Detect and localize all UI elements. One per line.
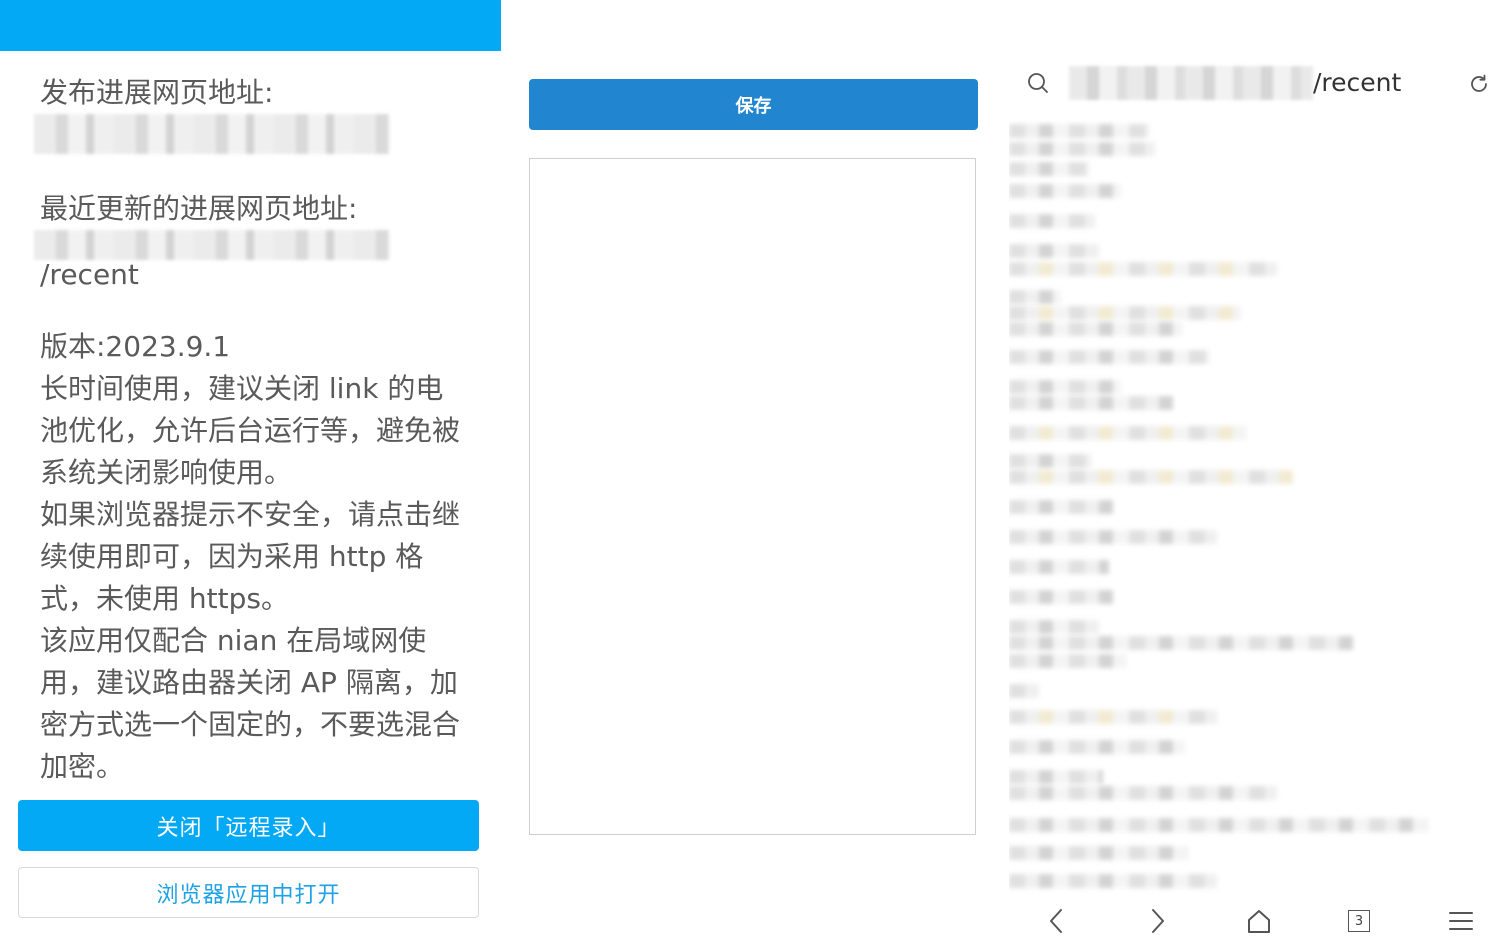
recent-url-label: 最近更新的进展网页地址: [40,192,358,225]
address-redacted [1069,66,1313,100]
chevron-left-icon [1050,909,1062,933]
back-button[interactable] [1035,901,1079,941]
web-page-content [1009,118,1449,893]
remote-input-panel: 发布进展网页地址: 最近更新的进展网页地址: /recent 版本:2023.9… [0,0,501,949]
address-text[interactable]: /recent [1313,68,1401,97]
home-icon [1248,910,1270,933]
network-tip: 该应用仅配合 nian 在局域网使用，建议路由器关闭 AP 隔离，加密方式选一个… [40,624,461,783]
open-in-browser-button[interactable]: 浏览器应用中打开 [18,867,479,918]
recent-url-redacted [34,230,390,260]
browser-panel: /recent 3 [1001,0,1508,949]
publish-url-redacted [34,114,390,154]
reload-icon[interactable] [1467,72,1491,96]
battery-tip: 长时间使用，建议关闭 link 的电池优化，允许后台运行等，避免被系统关闭影响使… [40,372,461,489]
forward-button[interactable] [1135,901,1179,941]
address-bar[interactable]: /recent [1001,58,1508,110]
browser-bottom-nav: 3 [1001,893,1508,949]
screen: 发布进展网页地址: 最近更新的进展网页地址: /recent 版本:2023.9… [0,0,1508,949]
unsafe-tip: 如果浏览器提示不安全，请点击继续使用即可，因为采用 http 格式，未使用 ht… [40,498,461,615]
info-section: 发布进展网页地址: 最近更新的进展网页地址: /recent 版本:2023.9… [34,72,470,788]
menu-button[interactable] [1439,901,1483,941]
close-remote-input-button[interactable]: 关闭「远程录入」 [18,800,479,851]
publish-url-label: 发布进展网页地址: [40,76,274,109]
version-text: 版本:2023.9.1 [40,330,231,363]
tabs-icon: 3 [1348,910,1370,932]
chevron-right-icon [1152,909,1164,933]
tabs-button[interactable]: 3 [1337,901,1381,941]
editor-panel: 保存 [501,0,1001,949]
app-top-bar [0,0,501,51]
recent-url-suffix: /recent [40,258,139,291]
save-button[interactable]: 保存 [529,79,978,130]
search-icon[interactable] [1027,72,1049,94]
home-button[interactable] [1237,901,1281,941]
progress-textarea[interactable] [529,158,976,835]
menu-icon [1449,912,1473,930]
